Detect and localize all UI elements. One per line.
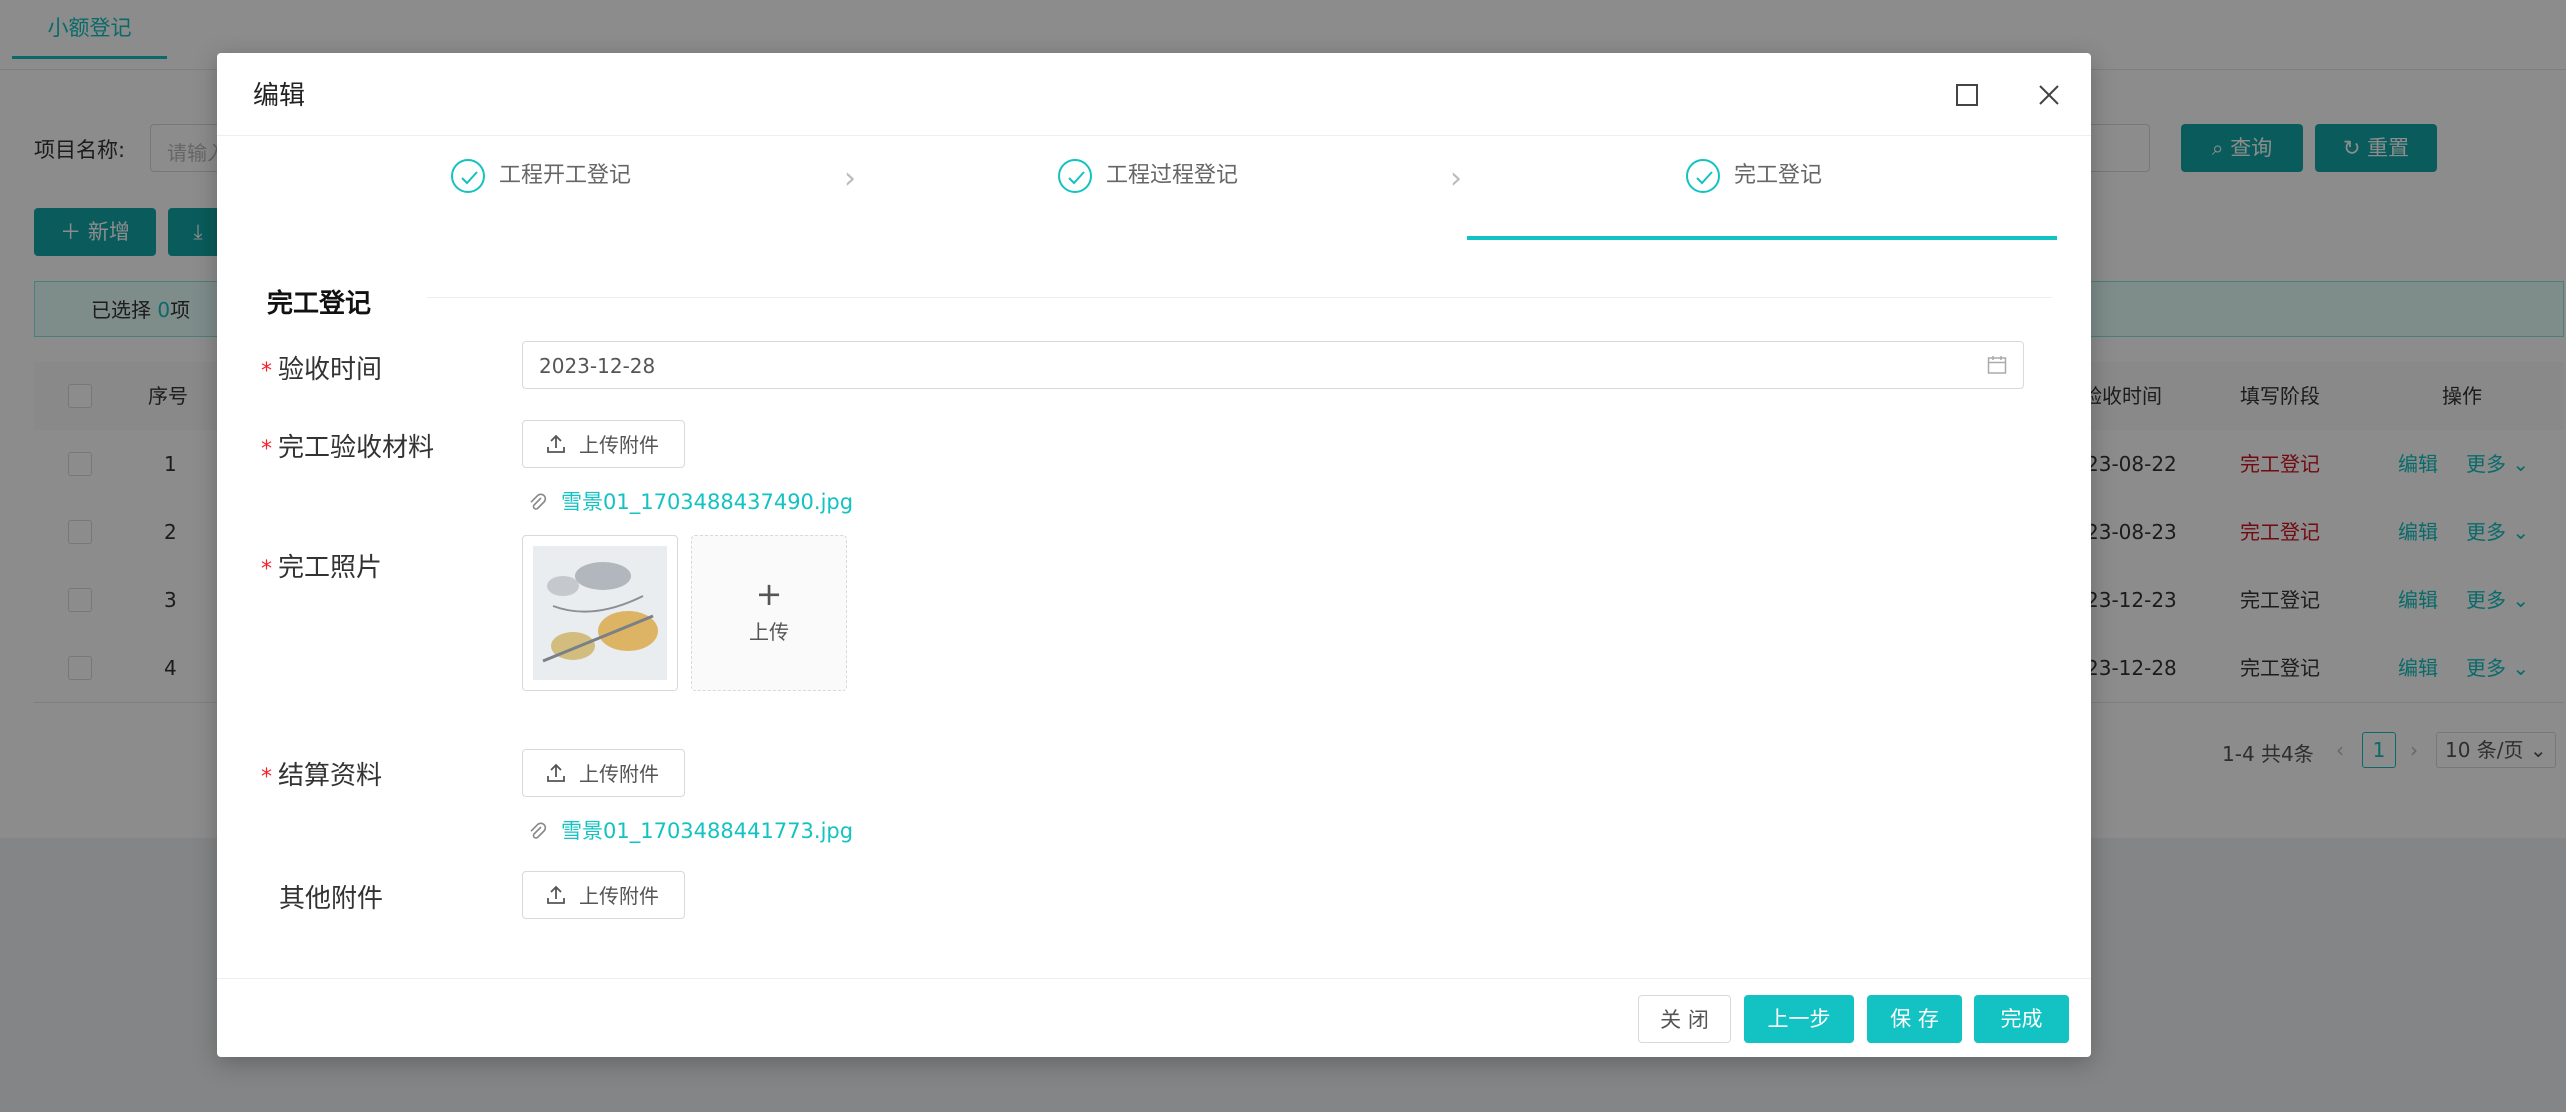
completion-photos-label-text: 完工照片 bbox=[278, 553, 383, 583]
settlement-file-link[interactable]: 雪景01_1703488441773.jpg bbox=[527, 815, 853, 845]
accept-time-date-picker[interactable]: 2023-12-28 bbox=[522, 341, 2024, 389]
required-mark: * bbox=[261, 557, 272, 582]
accept-time-label: * 验收时间 bbox=[261, 349, 382, 386]
section-title: 完工登记 bbox=[267, 289, 372, 319]
upload-icon bbox=[547, 434, 565, 453]
other-attachments-label: 其他附件 bbox=[279, 884, 384, 914]
paperclip-icon bbox=[530, 822, 547, 839]
required-mark: * bbox=[261, 437, 272, 462]
completion-materials-label: * 完工验收材料 bbox=[261, 427, 434, 464]
accept-time-label-text: 验收时间 bbox=[278, 355, 383, 385]
other-attachments-upload-button[interactable]: 上传附件 bbox=[522, 871, 685, 919]
completion-photos-label: * 完工照片 bbox=[261, 547, 382, 584]
upload-label: 上传附件 bbox=[579, 762, 659, 786]
completion-materials-upload-button[interactable]: 上传附件 bbox=[522, 420, 685, 468]
photo-upload-card[interactable]: + 上传 bbox=[691, 535, 847, 691]
section-divider bbox=[427, 297, 2052, 298]
completion-materials-label-text: 完工验收材料 bbox=[278, 433, 435, 463]
finish-button[interactable]: 完成 bbox=[1974, 995, 2069, 1043]
modal-header: 编辑 bbox=[217, 53, 2091, 136]
plus-icon: + bbox=[755, 575, 783, 613]
completion-materials-file-link[interactable]: 雪景01_1703488437490.jpg bbox=[527, 486, 853, 516]
previous-step-button[interactable]: 上一步 bbox=[1744, 995, 1854, 1043]
paperclip-icon bbox=[530, 493, 547, 510]
modal-footer-divider bbox=[217, 978, 2091, 979]
upload-label: 上传附件 bbox=[579, 884, 659, 908]
step-check-icon bbox=[1058, 159, 1092, 193]
step-check-icon bbox=[451, 159, 485, 193]
step-label: 工程开工登记 bbox=[499, 163, 632, 188]
modal-title: 编辑 bbox=[253, 81, 306, 111]
step-label: 工程过程登记 bbox=[1106, 163, 1239, 188]
save-button[interactable]: 保 存 bbox=[1867, 995, 1962, 1043]
step-arrow-icon: › bbox=[844, 161, 856, 196]
step-check-icon bbox=[1686, 159, 1720, 193]
maximize-icon[interactable] bbox=[1956, 84, 1978, 106]
accept-time-value: 2023-12-28 bbox=[539, 354, 656, 378]
snow-scene-image bbox=[533, 546, 667, 680]
photo-thumbnail[interactable] bbox=[522, 535, 678, 691]
close-icon[interactable] bbox=[2038, 84, 2060, 106]
edit-modal: 编辑 工程开工登记 › 工程过程登记 › 完工登记 完工登记 * 验收时间 202… bbox=[217, 53, 2091, 1057]
active-step-underline bbox=[1467, 236, 2057, 240]
settlement-label-text: 结算资料 bbox=[278, 761, 383, 791]
file-name: 雪景01_1703488441773.jpg bbox=[561, 819, 854, 843]
upload-icon bbox=[547, 763, 565, 782]
upload-card-label: 上传 bbox=[749, 620, 789, 644]
step-arrow-icon: › bbox=[1450, 161, 1462, 196]
close-button[interactable]: 关 闭 bbox=[1638, 995, 1731, 1043]
settlement-label: * 结算资料 bbox=[261, 755, 382, 792]
upload-label: 上传附件 bbox=[579, 433, 659, 457]
upload-icon bbox=[547, 885, 565, 904]
file-name: 雪景01_1703488437490.jpg bbox=[561, 490, 854, 514]
calendar-icon bbox=[1987, 356, 2007, 374]
required-mark: * bbox=[261, 359, 272, 384]
required-mark: * bbox=[261, 765, 272, 790]
step-label: 完工登记 bbox=[1734, 163, 1823, 188]
settlement-upload-button[interactable]: 上传附件 bbox=[522, 749, 685, 797]
